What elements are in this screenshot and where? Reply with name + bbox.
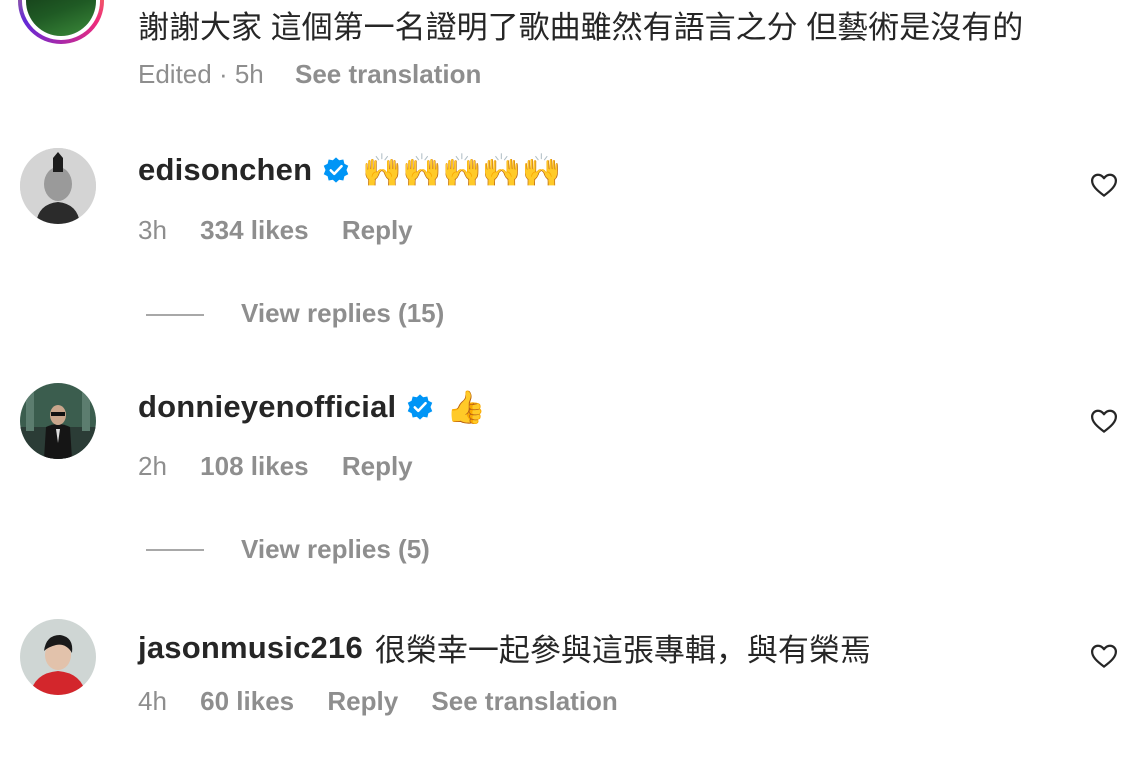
comment-row-edisonchen: edisonchen 🙌🙌🙌🙌🙌 [138, 152, 561, 188]
comment-time: 4h [138, 686, 167, 716]
avatar-donnieyenofficial-image [20, 383, 96, 459]
view-replies-button[interactable]: View replies (15) [241, 298, 444, 329]
verified-badge-icon [322, 156, 350, 184]
reply-button[interactable]: Reply [342, 215, 413, 245]
username-edisonchen[interactable]: edisonchen [138, 152, 312, 188]
see-translation-link[interactable]: See translation [295, 59, 481, 89]
username-donnieyenofficial[interactable]: donnieyenofficial [138, 389, 396, 425]
comment-meta-jasonmusic216: 4h 60 likes Reply See translation [138, 686, 618, 717]
avatar-donnieyenofficial[interactable] [20, 383, 96, 459]
comment-text-edisonchen: 🙌🙌🙌🙌🙌 [362, 152, 562, 188]
heart-outline-icon[interactable] [1089, 641, 1119, 671]
comment-time: 2h [138, 451, 167, 481]
replies-divider [146, 314, 204, 316]
comment-row-jasonmusic216: jasonmusic216 很榮幸一起參與這張專輯，與有榮焉 [138, 625, 871, 670]
likes-count[interactable]: 108 likes [200, 451, 308, 481]
heart-outline-icon[interactable] [1089, 170, 1119, 200]
top-comment-text: 謝謝大家 這個第一名證明了歌曲雖然有語言之分 但藝術是沒有的 [138, 10, 1024, 45]
likes-count[interactable]: 60 likes [200, 686, 294, 716]
avatar-jasonmusic216[interactable] [20, 619, 96, 695]
reply-button[interactable]: Reply [342, 451, 413, 481]
view-replies-button[interactable]: View replies (5) [241, 534, 430, 565]
top-avatar[interactable] [18, 0, 104, 44]
reply-button[interactable]: Reply [327, 686, 398, 716]
comment-meta-donnieyenofficial: 2h 108 likes Reply [138, 451, 413, 482]
comment-text-jasonmusic216: 很榮幸一起參與這張專輯，與有榮焉 [374, 633, 871, 668]
username-jasonmusic216[interactable]: jasonmusic216 [138, 630, 363, 666]
likes-count[interactable]: 334 likes [200, 215, 308, 245]
comment-meta-edisonchen: 3h 334 likes Reply [138, 215, 413, 246]
see-translation-link[interactable]: See translation [431, 686, 617, 716]
replies-divider [146, 549, 204, 551]
edited-timestamp: Edited · 5h [138, 59, 264, 89]
avatar-jasonmusic216-image [20, 619, 96, 695]
avatar-edisonchen[interactable] [20, 148, 96, 224]
comment-text-donnieyenofficial: 👍 [446, 389, 487, 425]
comment-row-donnieyenofficial: donnieyenofficial 👍 [138, 389, 486, 425]
top-comment-meta: Edited · 5h See translation [138, 59, 481, 90]
avatar-edisonchen-image [20, 148, 96, 224]
comment-time: 3h [138, 215, 167, 245]
heart-outline-icon[interactable] [1089, 406, 1119, 436]
verified-badge-icon [406, 393, 434, 421]
